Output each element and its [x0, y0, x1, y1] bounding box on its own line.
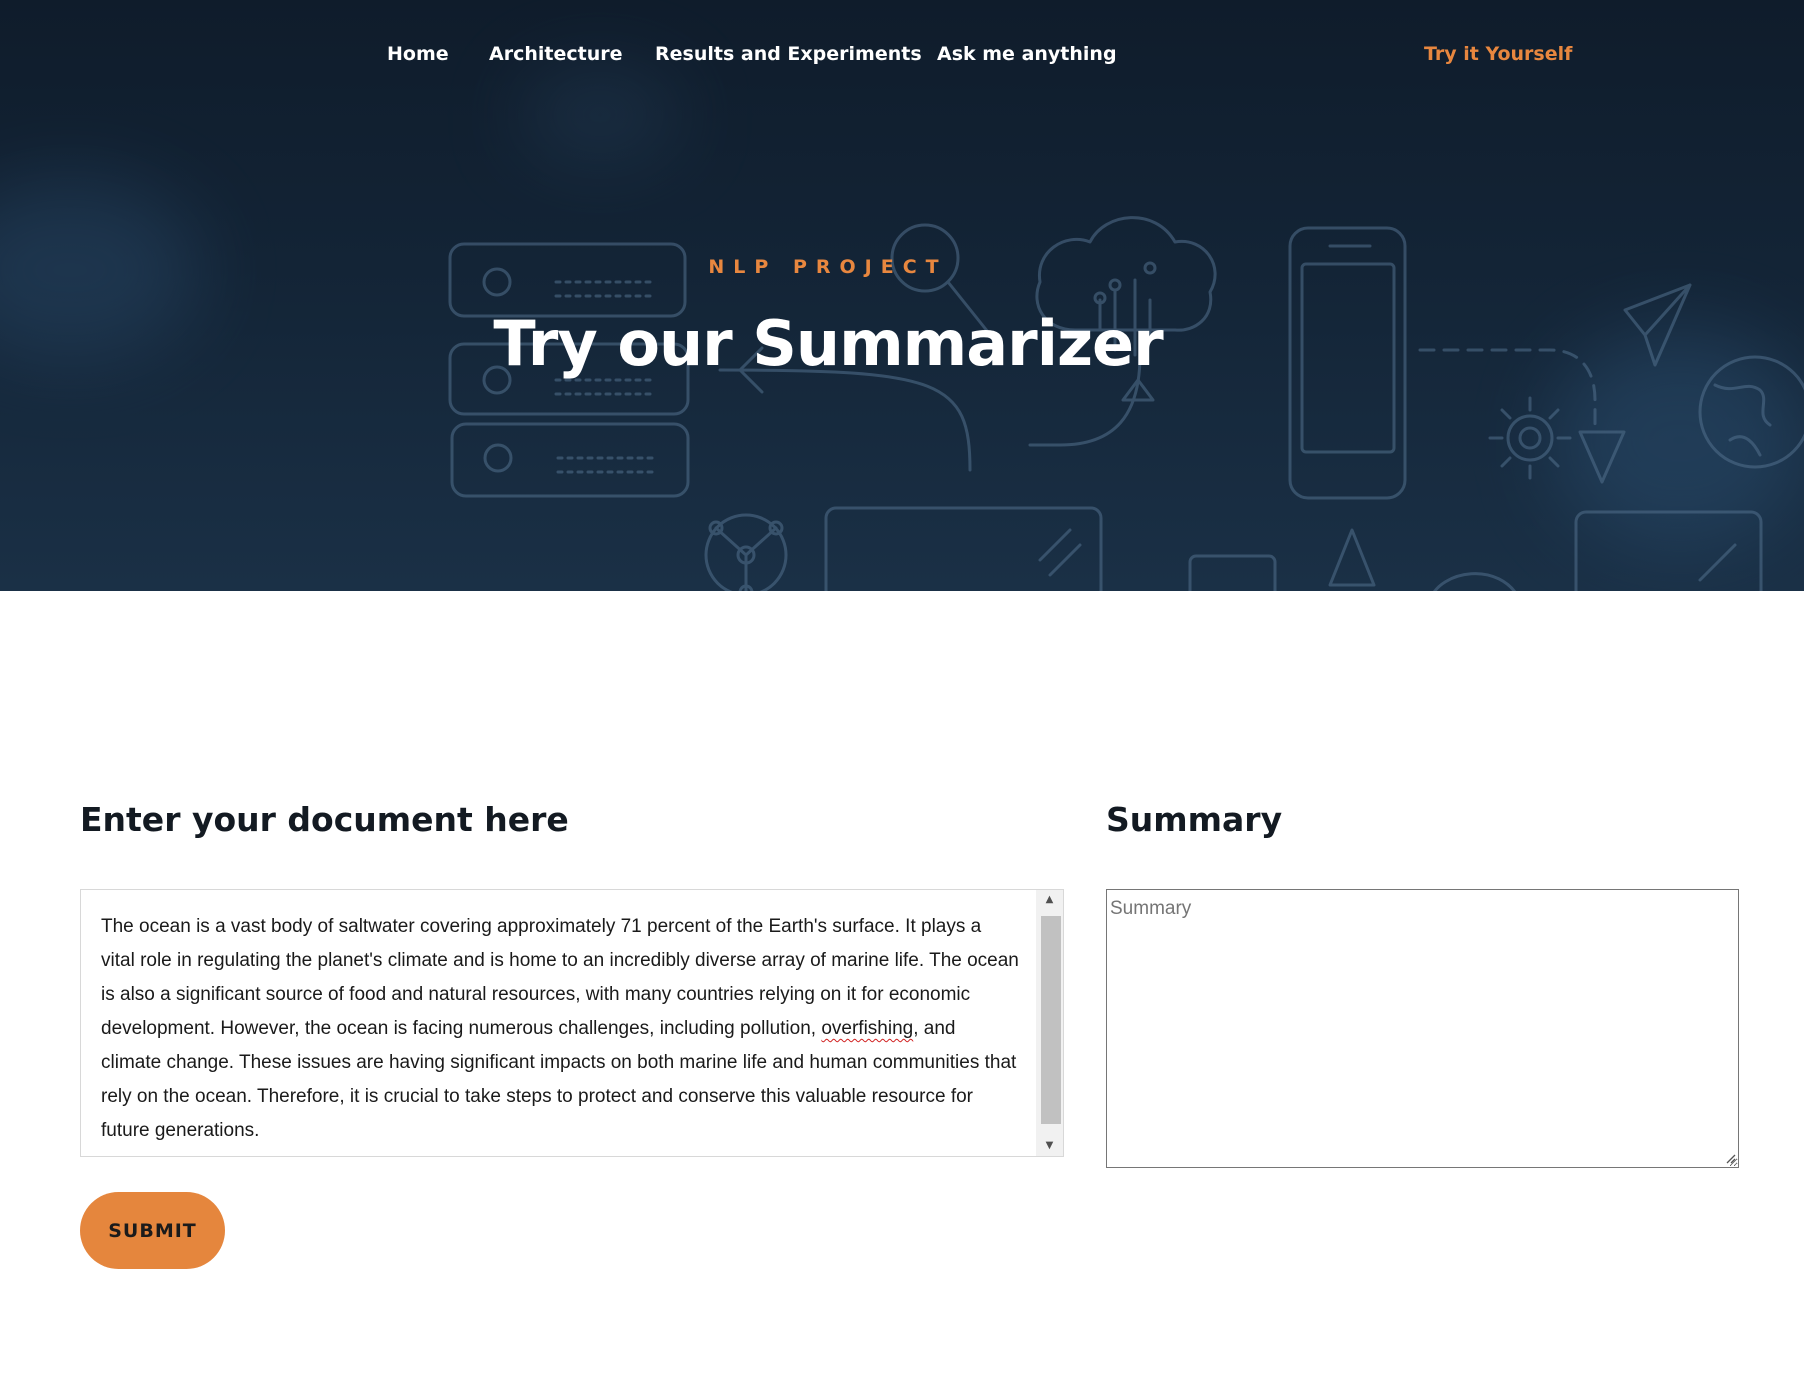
gear-icon — [1488, 396, 1572, 480]
monitor-icon — [1574, 510, 1763, 591]
scroll-down-icon[interactable]: ▼ — [1036, 1136, 1063, 1156]
flow-line — [718, 368, 972, 472]
hero-banner: Home Architecture Results and Experiment… — [0, 0, 1804, 591]
nav-ask-me-anything[interactable]: Ask me anything — [937, 36, 1117, 72]
document-scrollbar[interactable]: ▲ ▼ — [1036, 890, 1063, 1156]
summary-heading: Summary — [1106, 800, 1283, 839]
misspelled-word[interactable]: overfishing — [821, 1018, 913, 1039]
document-input[interactable]: The ocean is a vast body of saltwater co… — [80, 889, 1064, 1157]
resize-grip-icon[interactable] — [1724, 1152, 1736, 1164]
network-node-icon — [704, 513, 788, 591]
chart-arc-icon — [1433, 572, 1516, 591]
globe-icon — [1698, 355, 1804, 469]
triangle-icon — [1328, 528, 1376, 587]
scrollbar-thumb[interactable] — [1041, 916, 1061, 1124]
hero-icon-background — [448, 216, 1804, 591]
nav-results-and-experiments[interactable]: Results and Experiments — [655, 36, 922, 72]
monitor-icon — [824, 506, 1103, 591]
browser-icon — [1188, 554, 1277, 591]
scroll-up-icon[interactable]: ▲ — [1036, 890, 1063, 910]
hero-eyebrow: NLP PROJECT — [708, 256, 948, 278]
submit-button[interactable]: SUBMIT — [80, 1192, 225, 1269]
page-title: Try our Summarizer — [493, 307, 1163, 380]
document-heading: Enter your document here — [80, 800, 569, 839]
nav-try-it-yourself[interactable]: Try it Yourself — [1424, 36, 1572, 72]
document-textarea[interactable]: The ocean is a vast body of saltwater co… — [81, 890, 1036, 1156]
arrow-icon — [1578, 430, 1626, 484]
nav-architecture[interactable]: Architecture — [489, 36, 622, 72]
summary-textarea[interactable] — [1106, 889, 1739, 1168]
nav-home[interactable]: Home — [387, 36, 449, 72]
